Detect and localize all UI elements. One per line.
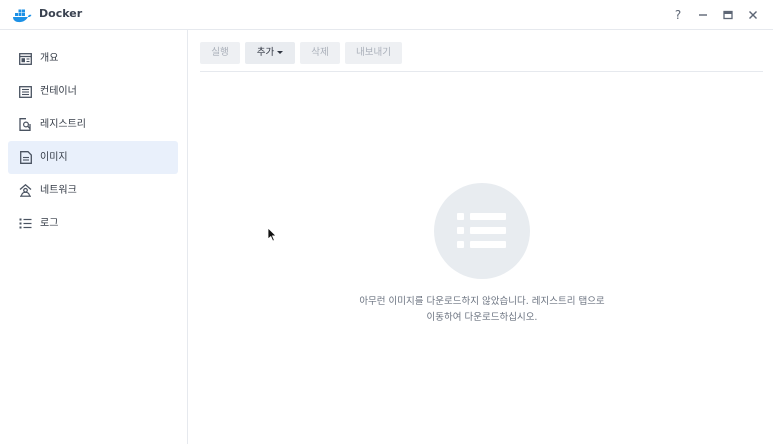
minimize-button[interactable] [692,4,714,26]
app-title: Docker [39,7,83,20]
sidebar-item-label: 레지스트리 [40,118,86,130]
sidebar-item-log[interactable]: 로그 [8,207,178,240]
empty-state-line-1: 아무런 이미지를 다운로드하지 않았습니다. 레지스트리 탭으로 [359,296,605,307]
help-button[interactable]: ? [667,4,689,26]
chevron-down-icon [277,51,284,54]
add-button[interactable]: 추가 [245,42,295,64]
minimize-icon [699,14,707,16]
log-list-icon [19,217,32,230]
title-bar: Docker ? [0,0,773,30]
sidebar-item-overview[interactable]: 개요 [8,42,178,75]
container-icon [19,85,32,98]
sidebar-item-network[interactable]: 네트워크 [8,174,178,207]
image-icon [19,151,32,164]
network-icon [19,184,32,197]
mouse-cursor-icon [267,227,277,242]
sidebar: 개요 컨테이너 레지스트리 이미지 네트워크 로그 [0,30,188,444]
sidebar-item-label: 로그 [40,217,59,229]
docker-window: Docker ? 개요 컨테이너 레지스트리 이미지 네트워크 로그 실행 추가… [0,0,773,444]
registry-search-icon [19,118,32,131]
sidebar-item-label: 개요 [40,52,59,64]
maximize-button[interactable] [717,4,739,26]
empty-state-line-2: 이동하여 다운로드하십시오. [426,312,538,323]
sidebar-nav: 개요 컨테이너 레지스트리 이미지 네트워크 로그 [8,42,178,240]
list-icon [457,213,506,248]
sidebar-item-container[interactable]: 컨테이너 [8,75,178,108]
sidebar-item-label: 이미지 [40,151,68,163]
export-button[interactable]: 내보내기 [345,42,402,64]
close-button[interactable] [742,4,764,26]
delete-button[interactable]: 삭제 [300,42,340,64]
sidebar-item-registry[interactable]: 레지스트리 [8,108,178,141]
docker-whale-icon [12,7,32,23]
run-button[interactable]: 실행 [200,42,240,64]
sidebar-item-label: 네트워크 [40,184,77,196]
sidebar-item-label: 컨테이너 [40,85,77,97]
empty-state-message: 아무런 이미지를 다운로드하지 않았습니다. 레지스트리 탭으로 이동하여 다운… [330,294,634,326]
toolbar: 실행 추가 삭제 내보내기 [200,42,763,72]
overview-icon [19,52,32,65]
empty-state-illustration [434,183,530,279]
maximize-icon [723,10,733,20]
sidebar-item-image[interactable]: 이미지 [8,141,178,174]
add-button-label: 추가 [256,47,275,58]
close-icon [749,11,757,19]
help-icon: ? [674,8,682,22]
